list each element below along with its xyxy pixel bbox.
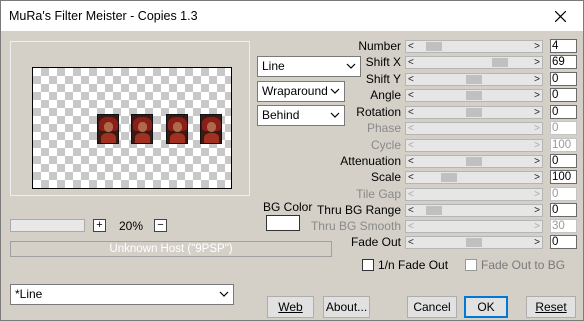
cancel-button-label: Cancel — [413, 300, 451, 314]
fade-1n-checkbox[interactable] — [362, 259, 374, 271]
param-label: Scale — [370, 170, 401, 184]
param-value-field: 0 — [550, 121, 577, 135]
param-label: Shift X — [365, 55, 401, 69]
param-slider: < > — [405, 139, 543, 152]
ok-button-label: OK — [477, 300, 495, 314]
about-button[interactable]: About... — [323, 296, 370, 318]
param-slider[interactable]: < > — [405, 204, 543, 217]
param-slider[interactable]: < > — [405, 56, 543, 69]
preview-panel — [10, 41, 250, 196]
title-bar[interactable]: MuRa's Filter Meister - Copies 1.3 — [1, 1, 583, 31]
param-label: Attenuation — [340, 154, 401, 168]
param-slider[interactable]: < > — [405, 171, 543, 184]
preset-select[interactable]: *Line — [10, 284, 234, 305]
param-label: Rotation — [356, 105, 401, 119]
param-label: Fade Out — [350, 235, 401, 249]
param-value-field[interactable]: 0 — [550, 203, 577, 217]
fade-1n-label: 1/n Fade Out — [378, 258, 449, 272]
param-value-field[interactable]: 0 — [550, 72, 577, 86]
param-value-field: 100 — [550, 138, 577, 152]
param-slider: < > — [405, 122, 543, 135]
param-label: Thru BG Range — [316, 203, 401, 217]
param-slider: < > — [405, 188, 543, 201]
param-value-field[interactable]: 0 — [550, 235, 577, 249]
fade-to-bg-label: Fade Out to BG — [481, 258, 566, 272]
preview-copy-image — [97, 114, 119, 144]
param-value-field[interactable]: 100 — [550, 170, 577, 184]
window-title: MuRa's Filter Meister - Copies 1.3 — [9, 9, 198, 23]
param-slider[interactable]: < > — [405, 236, 543, 249]
param-value-field[interactable]: 4 — [550, 39, 577, 53]
param-label: Thru BG Smooth — [310, 219, 401, 233]
zoom-level: 20% — [118, 219, 144, 233]
param-label: Phase — [366, 121, 401, 135]
about-button-label: About... — [325, 300, 368, 314]
web-button[interactable]: Web — [267, 296, 314, 318]
param-slider[interactable]: < > — [405, 73, 543, 86]
param-label: Number — [358, 39, 401, 53]
web-button-label: Web — [278, 300, 303, 314]
filter-window: MuRa's Filter Meister - Copies 1.3 + 20%… — [0, 0, 584, 321]
param-slider[interactable]: < > — [405, 89, 543, 102]
param-value-field: 0 — [550, 187, 577, 201]
param-slider[interactable]: < > — [405, 155, 543, 168]
preview-copy-image — [166, 114, 188, 144]
cancel-button[interactable]: Cancel — [407, 296, 457, 318]
preview-copy-image — [200, 114, 222, 144]
zoom-out-button[interactable]: − — [154, 219, 167, 232]
param-value-field[interactable]: 69 — [550, 55, 577, 69]
param-value-field[interactable]: 0 — [550, 88, 577, 102]
param-label: Angle — [370, 88, 401, 102]
param-value-field[interactable]: 0 — [550, 105, 577, 119]
param-value-field[interactable]: 0 — [550, 154, 577, 168]
preview-canvas[interactable] — [32, 67, 232, 189]
reset-button-label: Reset — [535, 300, 567, 314]
param-slider[interactable]: < > — [405, 40, 543, 53]
chevron-down-icon — [219, 291, 229, 297]
close-icon — [554, 10, 566, 22]
param-label: Tile Gap — [356, 187, 401, 201]
zoom-in-button[interactable]: + — [93, 219, 106, 232]
param-label: Cycle — [370, 138, 401, 152]
preview-zoom-track[interactable] — [10, 219, 85, 232]
close-button[interactable] — [537, 1, 583, 31]
preview-copy-image — [131, 114, 153, 144]
param-label: Shift Y — [365, 72, 401, 86]
reset-button[interactable]: Reset — [526, 296, 576, 318]
preset-select-value: *Line — [15, 287, 43, 301]
param-value-field: 30 — [550, 219, 577, 233]
ok-button[interactable]: OK — [464, 296, 508, 318]
param-slider[interactable]: < > — [405, 106, 543, 119]
fade-to-bg-checkbox — [465, 259, 477, 271]
param-slider: < > — [405, 220, 543, 233]
